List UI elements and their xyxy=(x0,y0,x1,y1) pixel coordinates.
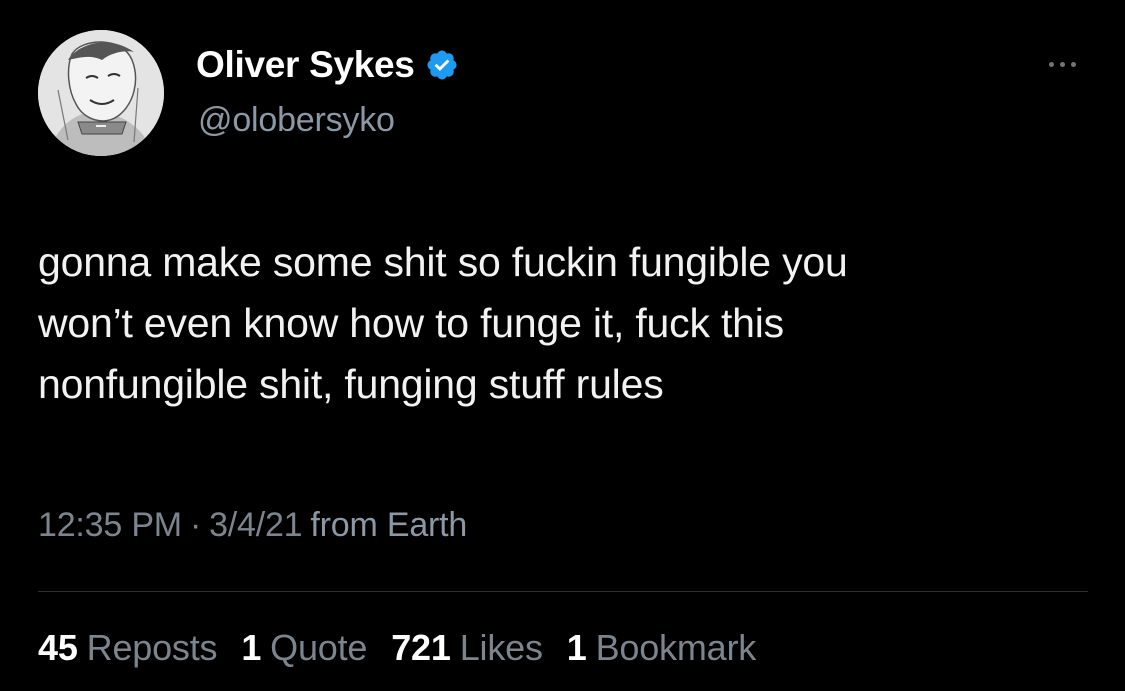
tweet-meta: 12:35 PM · 3/4/21 from Earth xyxy=(38,506,467,545)
stat-count: 1 xyxy=(241,627,262,668)
verified-badge-icon xyxy=(425,48,459,82)
tweet-card: Oliver Sykes @olobersyko gonna make some… xyxy=(0,0,1125,691)
tweet-time[interactable]: 12:35 PM xyxy=(38,506,182,545)
meta-separator: · xyxy=(189,506,202,544)
stat-quotes[interactable]: 1 Quote xyxy=(241,627,367,669)
more-horizontal-icon[interactable] xyxy=(1040,52,1084,76)
tweet-text-line: gonna make some shit so fuckin fungible … xyxy=(38,239,848,285)
stat-reposts[interactable]: 45 Reposts xyxy=(38,627,218,669)
stat-count: 721 xyxy=(391,627,451,668)
tweet-text-line: won’t even know how to funge it, fuck th… xyxy=(38,300,784,346)
tweet-source[interactable]: from Earth xyxy=(310,506,467,545)
sketch-portrait-avatar-icon xyxy=(38,30,164,156)
stat-label: Reposts xyxy=(86,627,218,668)
divider xyxy=(38,591,1088,592)
engagement-stats: 45 Reposts 1 Quote 721 Likes 1 Bookmark xyxy=(38,627,780,669)
stat-bookmarks[interactable]: 1 Bookmark xyxy=(567,627,756,669)
tweet-text-line: nonfungible shit, funging stuff rules xyxy=(38,361,664,407)
tweet-text: gonna make some shit so fuckin fungible … xyxy=(38,232,1088,415)
stat-count: 1 xyxy=(566,627,587,668)
author-handle[interactable]: @olobersyko xyxy=(198,101,395,140)
tweet-date[interactable]: 3/4/21 xyxy=(209,506,303,545)
stat-label: Quote xyxy=(270,627,368,668)
stat-count: 45 xyxy=(38,627,78,668)
stat-likes[interactable]: 721 Likes xyxy=(391,627,543,669)
stat-label: Likes xyxy=(459,627,543,668)
author-name-row[interactable]: Oliver Sykes xyxy=(196,44,459,86)
avatar[interactable] xyxy=(38,30,164,156)
display-name[interactable]: Oliver Sykes xyxy=(196,44,415,86)
stat-label: Bookmark xyxy=(595,627,757,668)
